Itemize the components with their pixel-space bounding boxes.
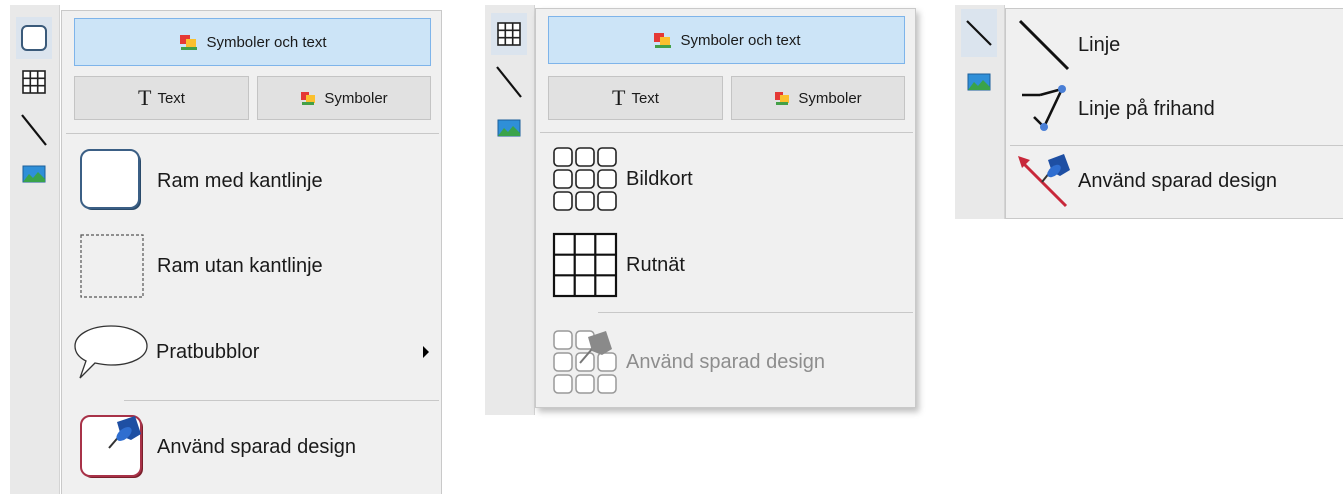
menu-item-label: Bildkort bbox=[626, 167, 693, 190]
menu-item-picture-cards[interactable]: Bildkort bbox=[552, 146, 907, 212]
menu-item-freehand-line[interactable]: Linje på frihand bbox=[1016, 79, 1341, 139]
image-tool-button[interactable] bbox=[961, 61, 997, 103]
symbols-icon bbox=[654, 33, 672, 48]
text-t-icon: T bbox=[612, 85, 626, 110]
text-t-icon: T bbox=[138, 85, 152, 110]
text-label: Text bbox=[631, 89, 659, 107]
grid-icon bbox=[22, 70, 46, 94]
text-button[interactable]: T Text bbox=[548, 76, 723, 120]
line-icon bbox=[966, 20, 992, 46]
symbols-and-text-button[interactable]: Symboler och text bbox=[548, 16, 905, 64]
menu-item-label: Linje på frihand bbox=[1078, 97, 1215, 120]
image-icon bbox=[497, 119, 521, 137]
symbols-label: Symboler bbox=[798, 89, 862, 107]
image-tool-button[interactable] bbox=[16, 153, 52, 195]
line-icon bbox=[1018, 19, 1070, 71]
pin-design-icon bbox=[80, 415, 143, 478]
symbols-label: Symboler bbox=[324, 89, 388, 107]
menu-item-frame-border[interactable]: Ram med kantlinje bbox=[79, 147, 434, 215]
line-icon bbox=[21, 114, 47, 146]
grid-icon bbox=[552, 232, 618, 298]
panel1-menu: Symboler och text T Text Symboler Ram me… bbox=[61, 10, 442, 494]
symbols-button[interactable]: Symboler bbox=[257, 76, 431, 120]
panel2-tool-strip bbox=[485, 5, 535, 415]
panel3-tool-strip bbox=[955, 5, 1005, 219]
frame-dashed-icon bbox=[80, 234, 144, 298]
image-icon bbox=[22, 165, 46, 183]
separator bbox=[1010, 145, 1343, 146]
symbols-small-icon bbox=[301, 92, 316, 105]
line-tool-button[interactable] bbox=[491, 61, 527, 103]
menu-item-label: Använd sparad design bbox=[1078, 169, 1278, 192]
panel1-tool-strip bbox=[10, 5, 60, 494]
symbols-small-icon bbox=[775, 92, 790, 105]
pin-cards-icon bbox=[553, 330, 617, 394]
menu-item-label: Linje bbox=[1078, 33, 1121, 56]
line-tool-button[interactable] bbox=[16, 109, 52, 151]
pin-line-icon bbox=[1018, 154, 1070, 208]
menu-item-label: Använd sparad design bbox=[157, 435, 357, 458]
panel2-menu: Symboler och text T Text Symboler Bildko… bbox=[535, 8, 916, 408]
text-label: Text bbox=[157, 89, 185, 107]
menu-item-label: Använd sparad design bbox=[626, 350, 826, 373]
menu-item-label: Rutnät bbox=[626, 253, 685, 276]
symbols-button[interactable]: Symboler bbox=[731, 76, 905, 120]
grid-tool-button[interactable] bbox=[491, 13, 527, 55]
image-tool-button[interactable] bbox=[491, 107, 527, 149]
symbols-and-text-label: Symboler och text bbox=[206, 33, 327, 51]
separator bbox=[66, 133, 439, 134]
line-tool-button[interactable] bbox=[961, 9, 997, 57]
freehand-line-icon bbox=[1022, 85, 1066, 131]
symbols-icon bbox=[180, 35, 198, 50]
menu-item-label: Ram med kantlinje bbox=[157, 169, 323, 192]
menu-item-use-saved-design[interactable]: Använd sparad design bbox=[1016, 151, 1341, 211]
symbols-and-text-button[interactable]: Symboler och text bbox=[74, 18, 431, 66]
menu-item-use-saved-design[interactable]: Använd sparad design bbox=[552, 327, 907, 397]
grid-icon bbox=[497, 22, 521, 46]
line-icon bbox=[496, 66, 522, 98]
menu-item-line[interactable]: Linje bbox=[1016, 15, 1341, 75]
grid-tool-button[interactable] bbox=[16, 61, 52, 103]
panel3-menu: Linje Linje på frihand Använd sparad des… bbox=[1005, 8, 1343, 219]
cards-icon bbox=[553, 147, 617, 211]
separator bbox=[598, 312, 913, 313]
menu-item-label: Ram utan kantlinje bbox=[157, 254, 323, 277]
menu-item-label: Pratbubblor bbox=[156, 340, 260, 363]
image-icon bbox=[967, 73, 991, 91]
text-button[interactable]: T Text bbox=[74, 76, 249, 120]
separator bbox=[124, 400, 439, 401]
frame-border-icon bbox=[80, 149, 141, 210]
frame-tool-button[interactable] bbox=[16, 17, 52, 59]
menu-item-speech-bubbles[interactable]: Pratbubblor bbox=[72, 323, 434, 381]
menu-item-use-saved-design[interactable]: Använd sparad design bbox=[79, 411, 434, 483]
speech-bubble-icon bbox=[74, 325, 148, 379]
menu-item-frame-no-border[interactable]: Ram utan kantlinje bbox=[79, 233, 434, 299]
menu-item-grid[interactable]: Rutnät bbox=[552, 232, 907, 298]
frame-icon bbox=[21, 25, 47, 51]
submenu-arrow-icon bbox=[423, 346, 429, 358]
symbols-and-text-label: Symboler och text bbox=[680, 31, 801, 49]
separator bbox=[540, 132, 913, 133]
